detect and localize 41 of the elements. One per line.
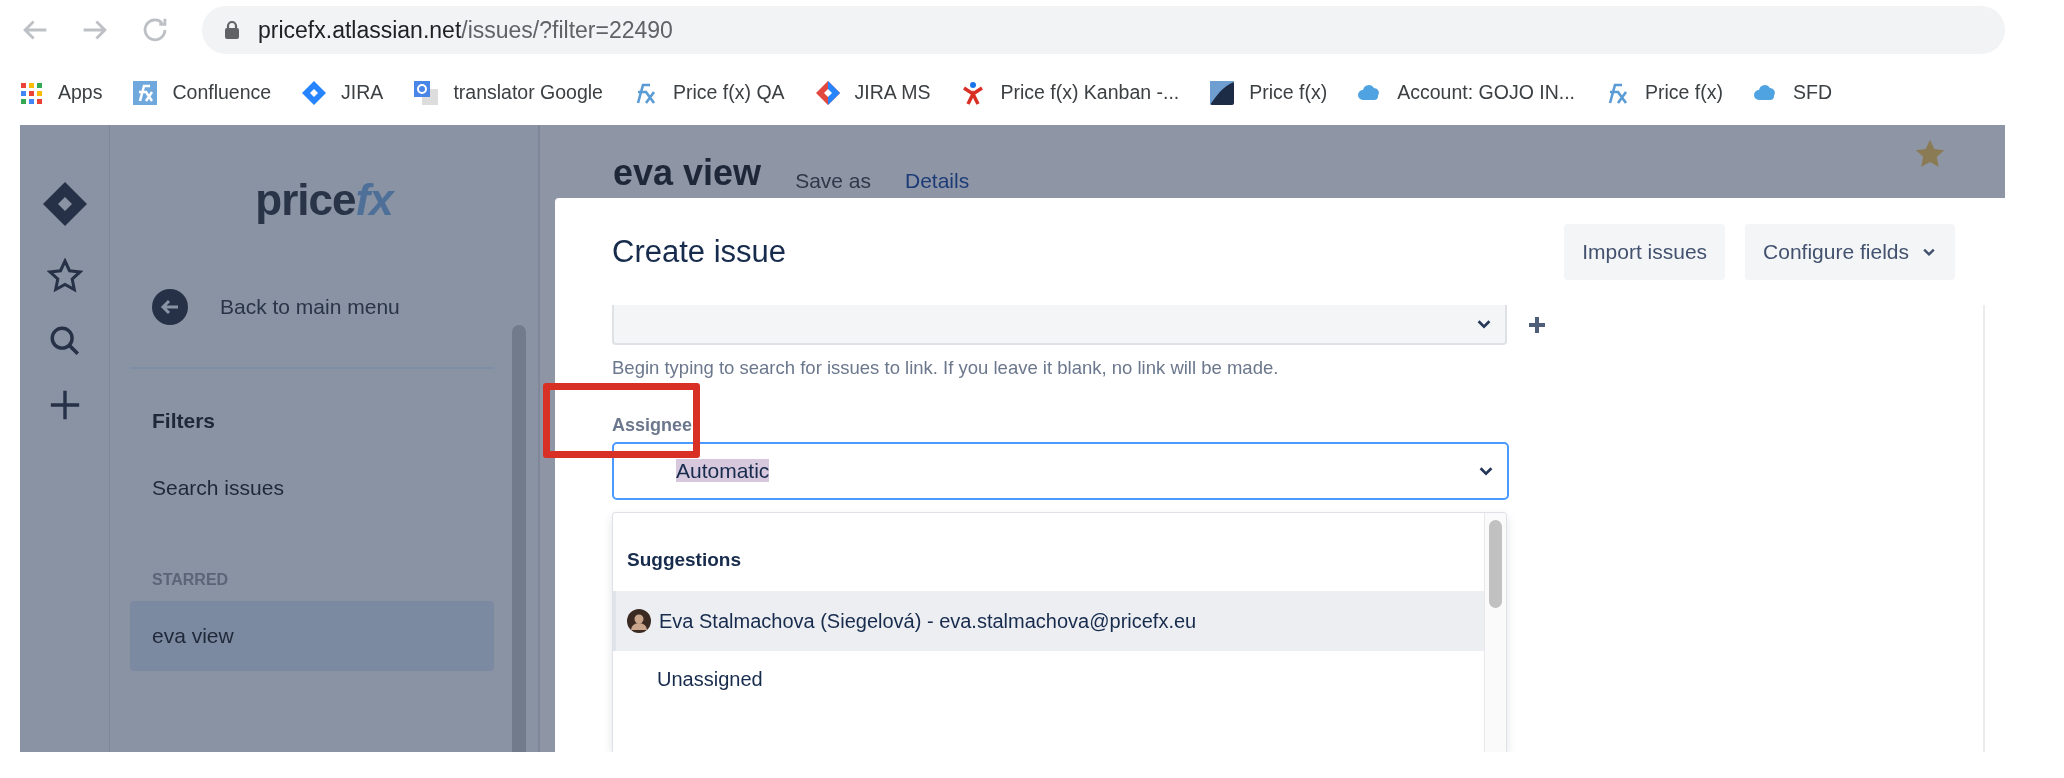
sidebar-heading: Filters	[152, 409, 217, 433]
translate-icon	[413, 79, 440, 106]
field-label: Assignee	[612, 415, 694, 436]
back-to-main-menu-link[interactable]: Back to main menu	[152, 289, 538, 325]
diamond-icon	[301, 79, 328, 106]
dialog-title: Create issue	[612, 233, 788, 270]
bookmark-link[interactable]: JIRA	[341, 81, 384, 104]
lock-icon	[224, 20, 240, 40]
header-link[interactable]: Details	[905, 170, 970, 191]
linked-issue-select[interactable]	[612, 305, 1507, 345]
bookmark-icon	[1209, 79, 1236, 106]
avatar-icon	[627, 609, 651, 633]
address-bar[interactable]: pricefx.atlassian.net/issues/?filter=22490	[202, 6, 2005, 54]
help-text: Begin typing to search for issues to link. If you leave it blank, no link will be made.	[612, 357, 1280, 379]
dropdown-heading: Suggestions	[626, 548, 742, 572]
bookmark-link[interactable]: JIRA MS	[854, 81, 931, 104]
pricefx-logo: pricefx	[255, 175, 393, 225]
suggestion-option[interactable]: Eva Stalmachova (Siegelová) - eva.stalmachova@pricefx.eu	[613, 591, 1484, 651]
bookmark-link[interactable]: translator Google	[453, 81, 603, 104]
configure-fields-button[interactable]: Configure fields	[1745, 223, 1955, 280]
bookmark-link[interactable]: SFD	[1792, 81, 1832, 104]
import-issues-button[interactable]: Import issues	[1564, 223, 1726, 280]
url-text: pricefx.atlassian.net/issues/?filter=22490	[258, 16, 673, 44]
sidebar-item[interactable]: Search issues	[130, 453, 494, 523]
bookmark-link[interactable]: Price f(x) Kanban -...	[1000, 81, 1180, 104]
scrollbar[interactable]	[1484, 513, 1506, 752]
header-link[interactable]: Save as	[795, 170, 871, 191]
assignee-select[interactable]: Automatic	[612, 442, 1509, 500]
bookmark-link[interactable]: Apps	[58, 81, 103, 104]
bookmark-link[interactable]: Confluence	[172, 81, 272, 104]
bookmark-link[interactable]: Price f(x)	[1249, 81, 1328, 104]
sidebar-item[interactable]: eva view	[130, 601, 494, 671]
bookmark-link[interactable]: Account: GOJO IN...	[1397, 81, 1575, 104]
star-icon[interactable]	[46, 258, 83, 294]
bookmark-link[interactable]: Price f(x)	[1644, 81, 1723, 104]
bookmark-icon	[132, 79, 159, 106]
page-title: eva view	[613, 155, 762, 191]
plus-icon[interactable]	[1527, 315, 1547, 335]
bookmark-link[interactable]: Price f(x) QA	[672, 81, 785, 104]
scrollbar[interactable]	[512, 325, 526, 752]
diamond-icon	[814, 79, 841, 106]
